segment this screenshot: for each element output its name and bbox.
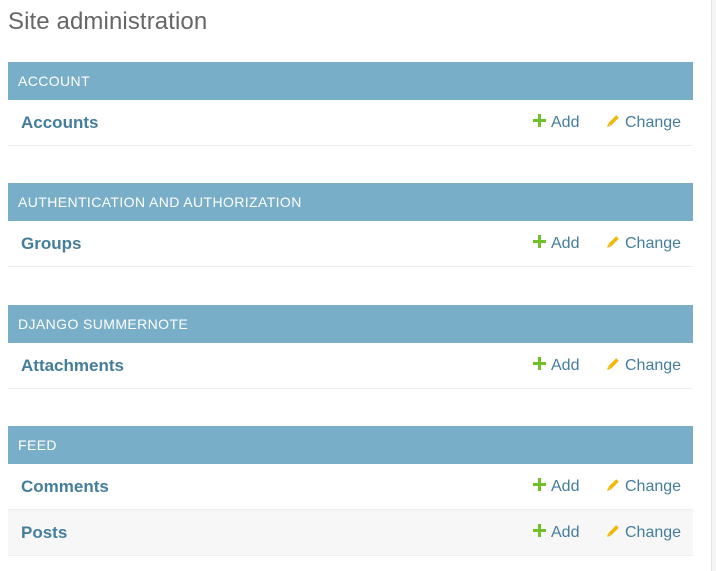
plus-icon (533, 478, 546, 492)
pencil-icon (606, 114, 620, 128)
change-label: Change (625, 357, 682, 374)
add-attachments-link[interactable]: Add (533, 343, 579, 388)
app-module-summernote: Django Summernote Attachments Add Change (8, 305, 693, 389)
model-link-accounts[interactable]: Accounts (21, 100, 98, 145)
app-caption-account[interactable]: Account (8, 62, 693, 100)
plus-icon (533, 357, 546, 371)
model-row-attachments: Attachments Add Change (8, 343, 693, 389)
plus-icon (533, 524, 546, 538)
pencil-icon (606, 357, 620, 371)
scrollbar-track[interactable] (711, 0, 716, 571)
add-accounts-link[interactable]: Add (533, 100, 579, 145)
pencil-icon (606, 524, 620, 538)
add-posts-link[interactable]: Add (533, 510, 579, 555)
add-label: Add (551, 357, 580, 374)
page-title: Site administration (8, 8, 208, 35)
model-link-attachments[interactable]: Attachments (21, 343, 124, 388)
change-comments-link[interactable]: Change (606, 464, 681, 509)
model-row-groups: Groups Add Change (8, 221, 693, 267)
change-label: Change (625, 478, 682, 495)
add-label: Add (551, 478, 580, 495)
model-link-posts[interactable]: Posts (21, 510, 67, 555)
model-link-groups[interactable]: Groups (21, 221, 81, 266)
model-row-comments: Comments Add Change (8, 464, 693, 510)
add-comments-link[interactable]: Add (533, 464, 579, 509)
pencil-icon (606, 478, 620, 492)
change-groups-link[interactable]: Change (606, 221, 681, 266)
add-label: Add (551, 524, 580, 541)
model-link-comments[interactable]: Comments (21, 464, 109, 509)
app-module-account: Account Accounts Add Change (8, 62, 693, 146)
add-label: Add (551, 235, 580, 252)
plus-icon (533, 114, 546, 128)
change-accounts-link[interactable]: Change (606, 100, 681, 145)
app-module-auth: Authentication and Authorization Groups … (8, 183, 693, 267)
change-label: Change (625, 524, 682, 541)
change-attachments-link[interactable]: Change (606, 343, 681, 388)
model-row-posts: Posts Add Change (8, 510, 693, 556)
change-posts-link[interactable]: Change (606, 510, 681, 555)
app-caption-summernote[interactable]: Django Summernote (8, 305, 693, 343)
model-row-accounts: Accounts Add Change (8, 100, 693, 146)
change-label: Change (625, 235, 682, 252)
add-label: Add (551, 114, 580, 131)
pencil-icon (606, 235, 620, 249)
app-caption-auth[interactable]: Authentication and Authorization (8, 183, 693, 221)
plus-icon (533, 235, 546, 249)
app-caption-feed[interactable]: Feed (8, 426, 693, 464)
change-label: Change (625, 114, 682, 131)
add-groups-link[interactable]: Add (533, 221, 579, 266)
app-module-feed: Feed Comments Add Change Posts Add Chang… (8, 426, 693, 556)
